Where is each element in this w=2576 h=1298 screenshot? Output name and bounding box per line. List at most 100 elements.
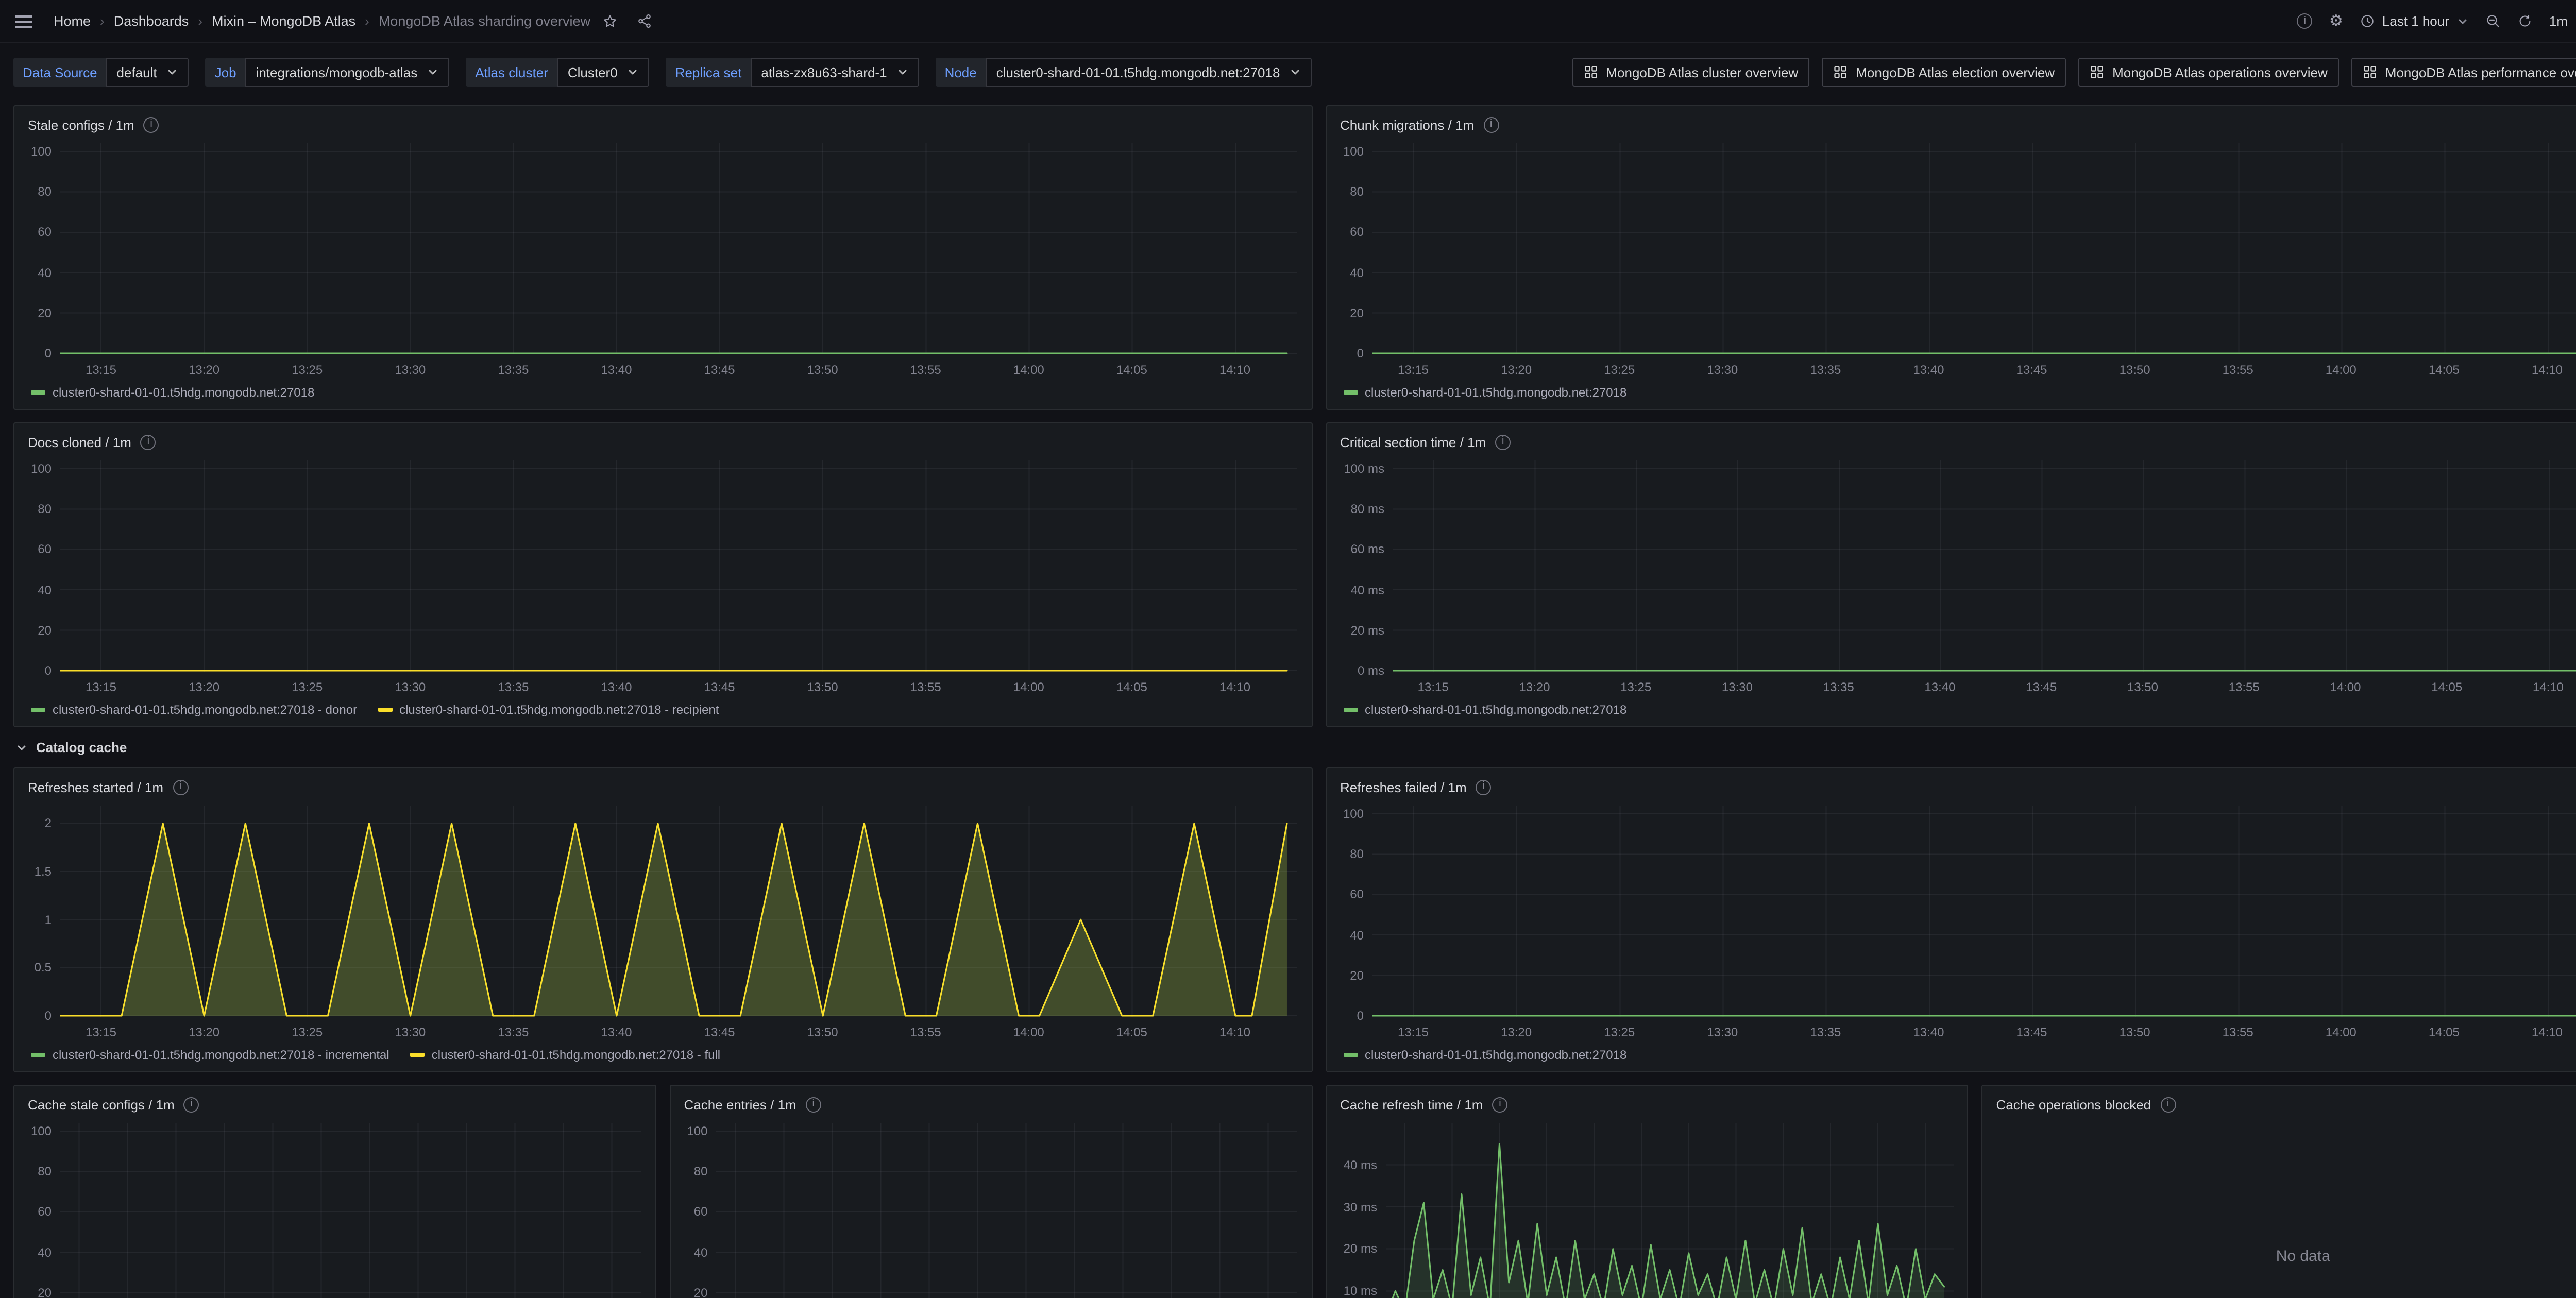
- legend-item[interactable]: cluster0-shard-01-01.t5hdg.mongodb.net:2…: [1343, 385, 1626, 400]
- x-tick-label: 13:30: [395, 363, 426, 377]
- x-tick-label: 14:00: [1013, 363, 1044, 377]
- y-tick-label: 100: [1343, 807, 1364, 821]
- panel-header[interactable]: Refreshes failed / 1mi: [1327, 768, 2576, 806]
- plot-area[interactable]: [1372, 143, 2576, 358]
- breadcrumb-item-mixin-mongodb-atlas[interactable]: Mixin – MongoDB Atlas: [212, 13, 355, 29]
- variable-selected-value: integrations/mongodb-atlas: [256, 64, 418, 80]
- plot-area[interactable]: [60, 460, 1297, 676]
- x-tick-label: 13:35: [498, 680, 529, 694]
- dashboard-link-mongodb-atlas-performance-overview[interactable]: MongoDB Atlas performance overview: [2351, 58, 2576, 87]
- x-tick-label: 13:30: [395, 680, 426, 694]
- legend-item[interactable]: cluster0-shard-01-01.t5hdg.mongodb.net:2…: [31, 1048, 389, 1062]
- x-tick-label: 13:25: [1620, 680, 1651, 694]
- plot-area[interactable]: [60, 806, 1297, 1021]
- panel-header[interactable]: Cache refresh time / 1mi: [1327, 1086, 1968, 1123]
- panel-header[interactable]: Refreshes started / 1mi: [14, 768, 1311, 806]
- panel-header[interactable]: Cache stale configs / 1mi: [14, 1086, 655, 1123]
- star-dashboard-button[interactable]: [595, 6, 625, 37]
- info-icon[interactable]: i: [184, 1097, 199, 1112]
- x-axis: 13:1513:2013:2513:3013:3513:4013:4513:50…: [1393, 678, 2576, 698]
- variable-value-dropdown[interactable]: Cluster0: [557, 58, 650, 87]
- variable-value-dropdown[interactable]: cluster0-shard-01-01.t5hdg.mongodb.net:2…: [986, 58, 1312, 87]
- dashboard-insights-button[interactable]: i: [2290, 6, 2320, 37]
- y-tick-label: 100: [31, 1124, 52, 1138]
- x-tick-label: 14:05: [2431, 680, 2462, 694]
- panel-header[interactable]: Chunk migrations / 1mi: [1327, 106, 2576, 143]
- y-axis: 100 ms80 ms60 ms40 ms20 ms0 ms: [1333, 460, 1393, 676]
- dashboard-link-mongodb-atlas-election-overview[interactable]: MongoDB Atlas election overview: [1822, 58, 2066, 87]
- legend-item[interactable]: cluster0-shard-01-01.t5hdg.mongodb.net:2…: [378, 703, 719, 717]
- dashboard-link-label: MongoDB Atlas cluster overview: [1606, 64, 1798, 80]
- x-tick-label: 13:45: [704, 1025, 735, 1039]
- plot-area[interactable]: [1372, 806, 2576, 1021]
- panel-header[interactable]: Cache entries / 1m i: [671, 1086, 1312, 1123]
- panel-title: Cache entries / 1m: [684, 1097, 796, 1112]
- variable-data-source: Data Sourcedefault: [13, 58, 189, 87]
- x-tick-label: 13:50: [807, 680, 838, 694]
- series-name: cluster0-shard-01-01.t5hdg.mongodb.net:2…: [399, 703, 719, 717]
- y-tick-label: 20 ms: [1351, 623, 1384, 638]
- y-tick-label: 0: [45, 1009, 52, 1023]
- x-tick-label: 13:35: [1823, 680, 1854, 694]
- info-icon[interactable]: i: [806, 1097, 821, 1112]
- legend-item[interactable]: cluster0-shard-01-01.t5hdg.mongodb.net:2…: [1343, 1048, 1626, 1062]
- section-catalog-cache[interactable]: Catalog cache: [13, 740, 2576, 755]
- breadcrumb-item-dashboards[interactable]: Dashboards: [114, 13, 189, 29]
- dashboard-link-mongodb-atlas-cluster-overview[interactable]: MongoDB Atlas cluster overview: [1572, 58, 1809, 87]
- zoom-out-time-button[interactable]: [2478, 6, 2508, 37]
- plot-area[interactable]: [716, 1123, 1297, 1298]
- info-icon[interactable]: i: [1483, 117, 1499, 132]
- refresh-interval-dropdown[interactable]: 1m: [2542, 6, 2576, 37]
- info-icon[interactable]: i: [1492, 1097, 1507, 1112]
- legend-item[interactable]: cluster0-shard-01-01.t5hdg.mongodb.net:2…: [410, 1048, 720, 1062]
- panel-header[interactable]: Cache operations blockedi: [1983, 1086, 2576, 1123]
- clock-icon: [2360, 13, 2375, 29]
- panel-header[interactable]: Docs cloned / 1mi: [14, 423, 1311, 460]
- dashboard-link-mongodb-atlas-operations-overview[interactable]: MongoDB Atlas operations overview: [2078, 58, 2339, 87]
- nav-right: i ⚙ Last 1 hour: [2290, 6, 2576, 37]
- breadcrumb-item-home[interactable]: Home: [54, 13, 91, 29]
- share-dashboard-button[interactable]: [630, 6, 659, 37]
- y-tick-label: 40: [38, 1245, 52, 1259]
- panel-cache-operations-blocked: Cache operations blockediNo data: [1982, 1085, 2576, 1298]
- y-tick-label: 60: [694, 1205, 708, 1219]
- y-tick-label: 40 ms: [1351, 583, 1384, 597]
- menu-toggle-button[interactable]: [8, 6, 39, 37]
- panel-header[interactable]: Stale configs / 1mi: [14, 106, 1311, 143]
- plot-area[interactable]: [1393, 460, 2576, 676]
- refresh-dashboard-button[interactable]: [2510, 6, 2540, 37]
- info-icon[interactable]: i: [141, 434, 156, 450]
- plot-area[interactable]: [60, 1123, 641, 1298]
- legend-item[interactable]: cluster0-shard-01-01.t5hdg.mongodb.net:2…: [31, 385, 314, 400]
- y-tick-label: 80: [38, 1164, 52, 1179]
- info-icon[interactable]: i: [2160, 1097, 2176, 1112]
- chevron-down-icon: [427, 66, 439, 78]
- info-icon[interactable]: i: [173, 779, 188, 795]
- chart-svg: [60, 143, 1297, 358]
- time-range-picker[interactable]: Last 1 hour: [2352, 6, 2476, 37]
- variable-selected-value: Cluster0: [568, 64, 618, 80]
- series-color-marker: [1343, 1053, 1358, 1057]
- variable-value-dropdown[interactable]: integrations/mongodb-atlas: [246, 58, 450, 87]
- info-icon[interactable]: i: [144, 117, 159, 132]
- panel-critical-section-time: Critical section time / 1mi100 ms80 ms60…: [1326, 422, 2576, 727]
- plot-area[interactable]: [60, 143, 1297, 358]
- variable-value-dropdown[interactable]: default: [107, 58, 189, 87]
- plot-area[interactable]: [1385, 1123, 1953, 1298]
- legend-item[interactable]: cluster0-shard-01-01.t5hdg.mongodb.net:2…: [1343, 703, 1626, 717]
- info-icon[interactable]: i: [1476, 779, 1492, 795]
- y-tick-label: 0 ms: [1358, 663, 1384, 678]
- x-tick-label: 14:05: [2429, 1025, 2460, 1039]
- chart-svg: [60, 460, 1297, 676]
- panel-row-3: Refreshes started / 1mi21.510.5013:1513:…: [13, 767, 2576, 1072]
- legend-item[interactable]: cluster0-shard-01-01.t5hdg.mongodb.net:2…: [31, 703, 357, 717]
- info-icon[interactable]: i: [1495, 434, 1511, 450]
- x-tick-label: 13:35: [1810, 363, 1841, 377]
- share-icon: [637, 13, 652, 29]
- zoom-out-icon: [2485, 13, 2501, 29]
- x-tick-label: 13:35: [498, 363, 529, 377]
- refresh-interval-label: 1m: [2549, 13, 2568, 29]
- variable-value-dropdown[interactable]: atlas-zx8u63-shard-1: [751, 58, 919, 87]
- dashboard-settings-button[interactable]: ⚙: [2322, 6, 2350, 37]
- panel-header[interactable]: Critical section time / 1mi: [1327, 423, 2576, 460]
